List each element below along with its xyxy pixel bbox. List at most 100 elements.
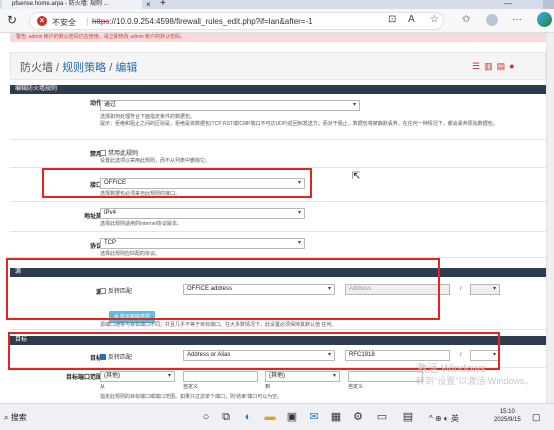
breadcrumb-edit[interactable]: 编辑 <box>115 62 137 74</box>
chevron-down-icon: ▾ <box>492 286 496 292</box>
search-icon: ⌕ <box>4 413 11 422</box>
url-text[interactable]: https://10.0.9.254:4598/firewall_rules_e… <box>92 17 313 26</box>
address-family-value: IPv4 <box>104 210 117 216</box>
url-field[interactable]: × 不安全 | https://10.0.9.254:4598/firewall… <box>29 12 444 30</box>
favorite-star-icon[interactable]: ☆ <box>430 14 439 26</box>
browser-tab[interactable]: pfsense.home.arpa - 防火墙: 规则 ... <box>2 0 142 9</box>
taskbar-search[interactable]: ⌕ 搜索 <box>4 412 27 423</box>
source-mask-select[interactable]: ▾ <box>470 284 500 295</box>
page-scrollbar[interactable] <box>546 33 554 403</box>
tab-close-icon[interactable]: × <box>146 0 151 9</box>
volume-icon[interactable]: 🔈︎ <box>444 414 451 423</box>
disable-rule-text: 禁用此规则 <box>108 151 139 157</box>
chart-icon[interactable]: ▥ <box>484 61 493 71</box>
breadcrumb-separator: / <box>106 62 116 74</box>
address-family-row: 地址族 IPv4 ▾ 选择此规则适用的Internet协议版本。 <box>10 202 546 232</box>
disabled-row: 禁用 禁用此规则 设置此选项以禁用此规则，而不从列表中删除它。 <box>10 140 546 168</box>
action-value: 通过 <box>104 102 117 108</box>
url-scheme: https <box>92 17 110 26</box>
file-explorer-icon[interactable]: ▬ <box>262 409 278 425</box>
ime-indicator[interactable]: 英 <box>451 414 459 423</box>
favorites-icon[interactable]: ✩ <box>462 14 470 26</box>
action-help: 选择如何处理符合下面指定条件的数据包。 <box>100 114 196 120</box>
address-bar: ↻ × 不安全 | https://10.0.9.254:4598/firewa… <box>0 9 554 33</box>
chevron-down-icon: ▾ <box>297 240 301 246</box>
new-tab-icon[interactable]: + <box>160 0 166 9</box>
port-from-select[interactable]: (其他) ▾ <box>100 371 175 382</box>
security-label[interactable]: 不安全 <box>52 17 76 28</box>
action-select[interactable]: 通过 ▾ <box>100 100 360 111</box>
action-help-tip: 提示：拒绝和阻止之间的区别是，拒绝是将数据包(TCP RST或ICMP端口不可达… <box>100 121 498 127</box>
taskbar: ⌕ 搜索 ○ ⧉ ◐ ▬ ▣ ✉ ▦ ⚙ ▭ ▤ ^ ⊕ 🔈︎ 英 15:10 … <box>0 403 554 430</box>
mail-icon[interactable]: ✉ <box>306 409 322 425</box>
clock-date: 2025/9/15 <box>494 417 521 423</box>
default-password-alert: 警告: admin 帐户的默认密码仍在使用。请立即修改 admin 帐户的默认密… <box>10 33 546 42</box>
chevron-down-icon: ▾ <box>297 210 301 216</box>
more-menu-icon[interactable]: ··· <box>512 14 522 26</box>
mouse-cursor-icon: ⇱ <box>352 171 361 182</box>
not-secure-icon[interactable]: × <box>37 16 47 26</box>
breadcrumb-separator: / <box>53 62 63 74</box>
settings-icon[interactable]: ⚙ <box>350 409 366 425</box>
reload-icon[interactable]: ↻ <box>7 13 17 27</box>
port-to-caption: 到 <box>265 384 271 390</box>
protocol-help: 选择此规则应匹配的协议。 <box>100 251 161 257</box>
source-highlight-box <box>6 258 440 320</box>
source-mask-separator: / <box>460 286 462 292</box>
breadcrumb: 防火墙 / 规则策略 / 编辑 ☰ ▥ ▤ ● <box>10 52 546 80</box>
edge-taskbar-icon[interactable]: ◐ <box>240 409 256 425</box>
terminal-icon[interactable]: ▭ <box>374 409 390 425</box>
network-icon[interactable]: ⊕ <box>435 414 444 423</box>
url-path: ://10.0.9.254:4598/firewall_rules_edit.p… <box>109 17 313 26</box>
protocol-row: 协议 TCP ▾ 选择此规则应匹配的协议。 <box>10 232 546 258</box>
protocol-value: TCP <box>104 240 116 246</box>
port-from-caption: 从 <box>100 384 106 390</box>
interface-highlight-box <box>42 168 312 198</box>
read-aloud-icon[interactable]: A <box>408 14 415 26</box>
address-family-select[interactable]: IPv4 ▾ <box>100 208 305 219</box>
apps-icon[interactable]: ▦ <box>328 409 344 425</box>
chevron-down-icon: ▾ <box>332 373 336 379</box>
port-from-custom-caption: 自定义 <box>183 384 199 390</box>
disable-rule-checkbox[interactable]: 禁用此规则 <box>100 148 138 157</box>
browser-tab-bar: pfsense.home.arpa - 防火墙: 规则 ... × + — <box>0 0 554 9</box>
activate-windows-hint: 转到"设置"以激活 Windows。 <box>416 376 534 386</box>
destination-port-label: 目标端口范围 <box>65 375 102 381</box>
window-frame-edge <box>543 0 554 9</box>
source-help: 源端口通常与目标端口不同，并且几乎不等于目标端口。在大多数情况下，此设置必须保持… <box>100 322 337 328</box>
list-icon[interactable]: ▤ <box>497 61 506 71</box>
task-view-icon[interactable]: ⧉ <box>218 409 234 425</box>
store-icon[interactable]: ▣ <box>284 409 300 425</box>
port-from-value: (其他) <box>104 373 120 379</box>
port-to-custom-input[interactable] <box>348 371 423 382</box>
breadcrumb-firewall: 防火墙 <box>20 62 53 74</box>
port-to-custom-caption: 自定义 <box>348 384 364 390</box>
tracking-prevention-icon[interactable]: ⊡ <box>388 14 396 26</box>
system-tray: ^ ⊕ 🔈︎ 英 <box>429 413 459 424</box>
edge-copilot-icon[interactable] <box>537 12 552 27</box>
protocol-select[interactable]: TCP ▾ <box>100 238 305 249</box>
sliders-icon[interactable]: ☰ <box>472 61 480 71</box>
clock[interactable]: 15:10 2025/9/15 <box>494 408 521 424</box>
cortana-icon[interactable]: ○ <box>198 409 214 425</box>
clock-time: 15:10 <box>499 409 515 415</box>
url-divider: | <box>86 16 89 26</box>
port-to-value: (其他) <box>269 373 285 379</box>
help-icon[interactable]: ● <box>509 61 514 71</box>
address-family-help: 选择此规则适用的Internet协议版本。 <box>100 221 182 227</box>
edit-rule-header: 编辑防火墙规则 <box>10 85 546 94</box>
port-from-custom-input[interactable] <box>183 371 258 382</box>
chevron-down-icon: ▾ <box>352 102 356 108</box>
chevron-down-icon: ▾ <box>167 373 171 379</box>
disabled-help: 设置此选项以禁用此规则，而不从列表中删除它。 <box>100 158 211 164</box>
network-app-icon[interactable]: ▤ <box>400 409 416 425</box>
port-to-select[interactable]: (其他) ▾ <box>265 371 340 382</box>
action-row: 动作 通过 ▾ 选择如何处理符合下面指定条件的数据包。 提示：拒绝和阻止之间的区别… <box>10 95 546 140</box>
notification-icon[interactable]: ▢ <box>532 412 541 423</box>
breadcrumb-rules-link[interactable]: 规则策略 <box>62 62 106 74</box>
profile-avatar[interactable] <box>486 14 498 26</box>
taskbar-search-label: 搜索 <box>10 413 27 422</box>
minimize-icon[interactable]: — <box>504 0 512 8</box>
checkbox-box[interactable] <box>100 150 106 157</box>
destination-port-help: 指定此规则的目标端口或端口范围。如果只过滤单个端口，则‘结束’端口可以为空。 <box>100 394 283 400</box>
